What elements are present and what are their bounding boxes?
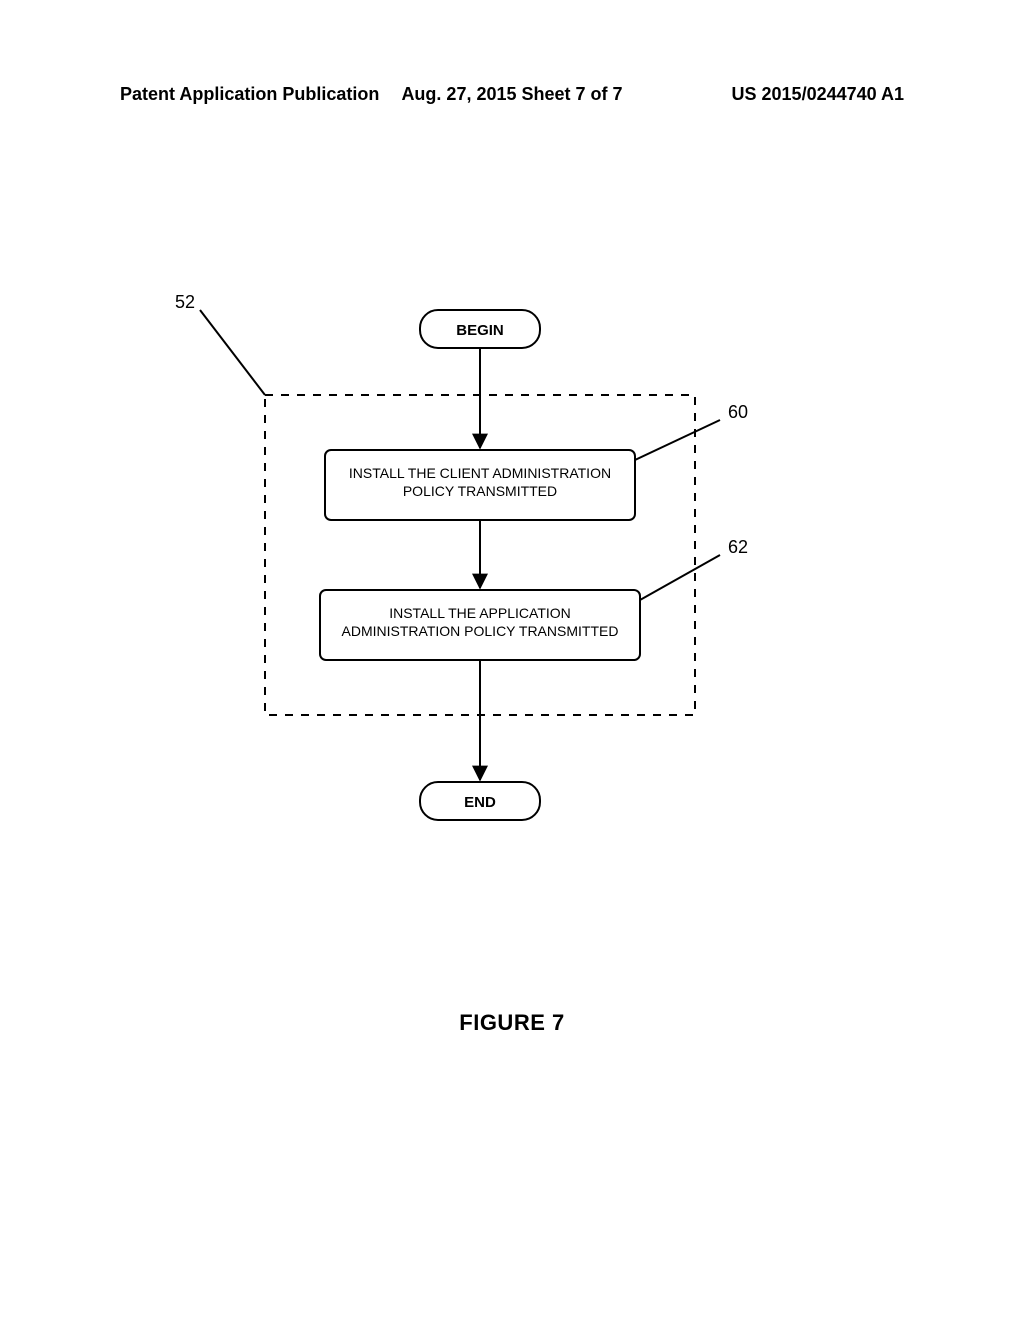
- ref-62: 62: [728, 537, 748, 557]
- patent-header: Patent Application Publication Aug. 27, …: [120, 84, 904, 105]
- ref-52: 52: [175, 292, 195, 312]
- process-step-60-line2: POLICY TRANSMITTED: [403, 483, 557, 499]
- leader-62: [640, 555, 720, 600]
- terminator-end-label: END: [464, 794, 496, 811]
- header-publication: Patent Application Publication: [120, 84, 381, 105]
- process-step-62-line1: INSTALL THE APPLICATION: [389, 605, 571, 621]
- process-step-60-line1: INSTALL THE CLIENT ADMINISTRATION: [349, 465, 611, 481]
- page: Patent Application Publication Aug. 27, …: [0, 0, 1024, 1320]
- figure-caption: FIGURE 7: [0, 1010, 1024, 1036]
- process-step-62-line2: ADMINISTRATION POLICY TRANSMITTED: [342, 623, 619, 639]
- header-patent-number: US 2015/0244740 A1: [643, 84, 904, 105]
- leader-60: [635, 420, 720, 460]
- flowchart: BEGIN INSTALL THE CLIENT ADMINISTRATION …: [0, 260, 1024, 1060]
- ref-60: 60: [728, 402, 748, 422]
- header-date-sheet: Aug. 27, 2015 Sheet 7 of 7: [381, 84, 642, 105]
- terminator-begin-label: BEGIN: [456, 322, 504, 339]
- leader-52: [200, 310, 265, 395]
